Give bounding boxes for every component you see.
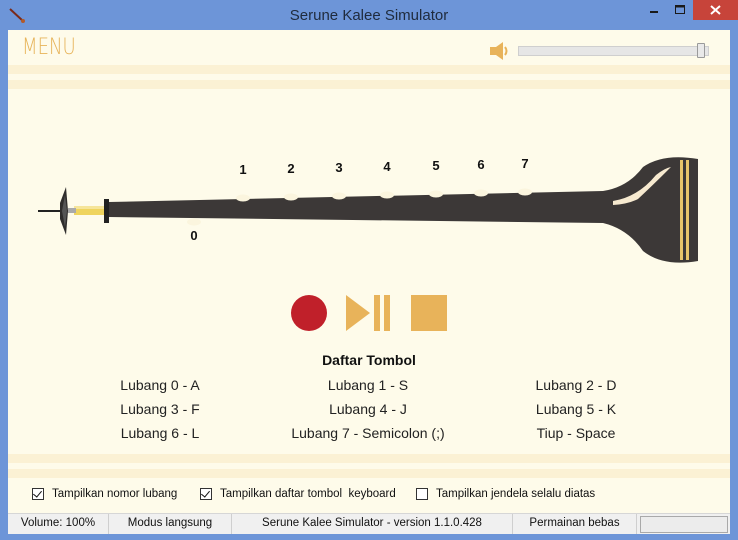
status-mode: Modus langsung xyxy=(109,514,232,534)
status-bar: Volume: 100% Modus langsung Serune Kalee… xyxy=(8,513,730,534)
record-button[interactable] xyxy=(290,294,328,332)
finger-hole-0[interactable] xyxy=(187,218,201,226)
close-icon xyxy=(710,5,721,15)
hole-number-label: 7 xyxy=(521,156,528,171)
serune-kalee-instrument: 0 1 2 3 4 5 6 7 xyxy=(38,156,698,263)
status-volume: Volume: 100% xyxy=(8,514,109,534)
finger-hole-7[interactable] xyxy=(518,188,532,196)
window-title: Serune Kalee Simulator xyxy=(289,7,449,24)
volume-slider-track[interactable] xyxy=(518,46,709,56)
status-version: Serune Kalee Simulator - version 1.1.0.4… xyxy=(232,514,513,534)
play-pause-button[interactable] xyxy=(346,295,394,331)
finger-hole-4[interactable] xyxy=(380,191,394,199)
finger-hole-1[interactable] xyxy=(236,194,250,202)
checkbox[interactable] xyxy=(200,488,212,500)
option-label: Tampilkan nomor lubang xyxy=(52,488,178,500)
option-label: Tampilkan jendela selalu diatas xyxy=(436,488,596,500)
record-icon xyxy=(291,295,327,331)
maximize-icon xyxy=(675,5,685,14)
key-blow: Tiup - Space xyxy=(536,425,616,441)
options-row: Tampilkan nomor lubang Tampilkan daftar … xyxy=(8,488,730,508)
hole-number-label: 2 xyxy=(287,161,294,176)
play-pause-icon xyxy=(346,295,390,331)
hole-number-label: 6 xyxy=(477,157,484,172)
main-panel: MENU 0 1 2 3 4 5 6 7 Daftar Tombol Lubang 0 - A… xyxy=(8,30,730,532)
playback-controls xyxy=(8,292,730,332)
key-hole-4: Lubang 4 - J xyxy=(329,401,407,417)
divider xyxy=(8,469,730,478)
finger-hole-5[interactable] xyxy=(429,190,443,198)
divider xyxy=(8,65,730,74)
finger-hole-2[interactable] xyxy=(284,193,298,201)
hole-number-label: 4 xyxy=(383,159,391,174)
maximize-button[interactable] xyxy=(667,0,693,20)
hole-number-label: 3 xyxy=(335,160,342,175)
stop-button[interactable] xyxy=(410,295,448,331)
key-hole-0: Lubang 0 - A xyxy=(120,377,200,393)
stop-icon xyxy=(411,295,447,331)
hole-number-label: 5 xyxy=(432,158,439,173)
status-game: Permainan bebas xyxy=(513,514,637,534)
finger-hole-3[interactable] xyxy=(332,192,346,200)
key-hole-6: Lubang 6 - L xyxy=(120,425,200,441)
key-hole-7: Lubang 7 - Semicolon (;) xyxy=(291,425,445,441)
option-show-hole-numbers[interactable]: Tampilkan nomor lubang xyxy=(32,488,177,500)
hole-number-label: 0 xyxy=(190,228,197,243)
key-hole-1: Lubang 1 - S xyxy=(327,377,409,393)
title-bar: Serune Kalee Simulator xyxy=(0,0,738,30)
menu-button[interactable]: MENU xyxy=(22,35,76,60)
minimize-button[interactable] xyxy=(641,0,667,20)
status-progress xyxy=(640,516,728,533)
divider xyxy=(8,454,730,463)
checkbox[interactable] xyxy=(416,488,428,500)
minimize-icon xyxy=(650,11,658,13)
close-button[interactable] xyxy=(693,0,738,20)
hole-number-label: 1 xyxy=(239,162,246,177)
checkbox[interactable] xyxy=(32,488,44,500)
key-hole-2: Lubang 2 - D xyxy=(535,377,617,393)
key-list-title: Daftar Tombol xyxy=(322,352,416,368)
option-show-key-list[interactable]: Tampilkan daftar tombol keyboard xyxy=(200,488,396,500)
speaker-icon[interactable] xyxy=(489,40,513,62)
key-hole-3: Lubang 3 - F xyxy=(120,401,200,417)
key-hole-5: Lubang 5 - K xyxy=(535,401,617,417)
option-always-on-top[interactable]: Tampilkan jendela selalu diatas xyxy=(416,488,595,500)
app-window: Serune Kalee Simulator MENU 0 1 2 3 4 5 … xyxy=(0,0,738,540)
divider xyxy=(8,80,730,89)
volume-slider-thumb[interactable] xyxy=(697,43,706,58)
finger-hole-6[interactable] xyxy=(474,189,488,197)
option-label: Tampilkan daftar tombol keyboard xyxy=(220,488,396,500)
